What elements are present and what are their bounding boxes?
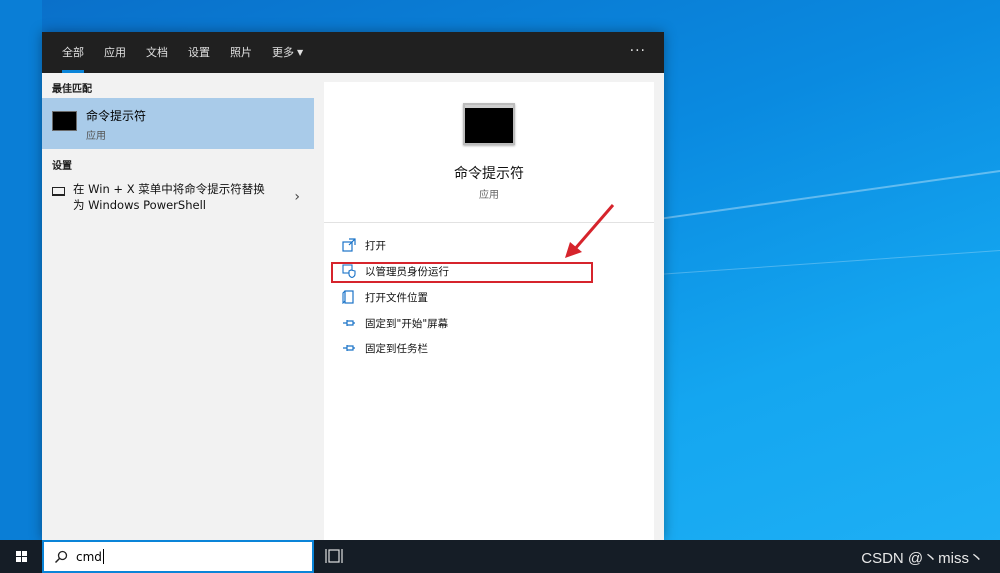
search-icon xyxy=(54,550,68,563)
action-pin-to-start-label: 固定到"开始"屏幕 xyxy=(365,317,449,330)
setting-result-text: 在 Win + X 菜单中将命令提示符替换为 Windows PowerShel… xyxy=(73,182,265,212)
ellipsis-icon[interactable]: ··· xyxy=(630,32,646,73)
tab-more[interactable]: 更多 ▼ xyxy=(262,32,313,73)
search-input-value: cmd xyxy=(76,550,102,564)
action-open-file-location[interactable]: 打开文件位置 xyxy=(342,287,592,307)
action-open-file-location-label: 打开文件位置 xyxy=(365,291,428,304)
best-match-subtitle: 应用 xyxy=(86,131,106,142)
tab-apps[interactable]: 应用 xyxy=(94,32,136,73)
chevron-right-icon: › xyxy=(294,189,300,205)
monitor-icon xyxy=(52,187,65,196)
detail-title: 命令提示符 xyxy=(454,166,524,182)
settings-heading: 设置 xyxy=(52,161,72,172)
action-pin-to-taskbar[interactable]: 固定到任务栏 xyxy=(342,338,592,358)
action-open-label: 打开 xyxy=(365,239,386,252)
file-location-icon xyxy=(342,290,356,304)
results-list: 最佳匹配 命令提示符 应用 设置 在 Win + X 菜单中将命令提示符替换为 … xyxy=(42,73,314,540)
search-panel: 全部 应用 文档 设置 照片 更多 ▼ ··· 最佳匹配 命令提示符 应用 设置 … xyxy=(42,32,664,540)
caret-down-icon: ▼ xyxy=(297,48,304,57)
taskbar: cmd CSDN @丶miss丶 xyxy=(0,540,1000,573)
wallpaper-light-beam xyxy=(663,170,1000,220)
app-detail-card: 命令提示符 应用 打开 以管理员身份运行 打开文件位置 固定到"开始"屏幕 固定… xyxy=(324,82,654,540)
open-icon xyxy=(342,238,356,252)
pin-icon xyxy=(342,316,356,330)
tab-settings[interactable]: 设置 xyxy=(178,32,220,73)
best-match-item[interactable]: 命令提示符 应用 xyxy=(42,98,314,149)
best-match-title: 命令提示符 xyxy=(86,109,147,123)
tab-all[interactable]: 全部 xyxy=(52,32,94,73)
action-pin-to-start[interactable]: 固定到"开始"屏幕 xyxy=(342,313,592,333)
action-pin-to-taskbar-label: 固定到任务栏 xyxy=(365,342,428,355)
filter-tab-bar: 全部 应用 文档 设置 照片 更多 ▼ ··· xyxy=(42,32,664,73)
action-open[interactable]: 打开 xyxy=(342,235,592,255)
tab-more-label: 更多 xyxy=(272,46,294,59)
red-highlight-box xyxy=(331,262,593,283)
taskbar-search-box[interactable]: cmd xyxy=(42,540,314,573)
cmd-icon xyxy=(463,103,515,145)
tab-documents[interactable]: 文档 xyxy=(136,32,178,73)
search-input[interactable]: cmd xyxy=(76,549,104,564)
wallpaper-light-beam xyxy=(660,250,1000,275)
text-cursor xyxy=(102,549,104,564)
watermark-text: CSDN @丶miss丶 xyxy=(861,550,984,567)
task-view-icon[interactable] xyxy=(325,548,343,564)
setting-result-item[interactable]: 在 Win + X 菜单中将命令提示符替换为 Windows PowerShel… xyxy=(42,179,314,217)
tab-photos[interactable]: 照片 xyxy=(220,32,262,73)
cmd-icon xyxy=(52,111,77,131)
annotation-arrow xyxy=(565,204,615,258)
start-button[interactable] xyxy=(0,540,42,573)
best-match-heading: 最佳匹配 xyxy=(52,84,92,95)
detail-subtitle: 应用 xyxy=(479,190,499,201)
windows-logo-icon xyxy=(15,551,27,562)
pin-icon xyxy=(342,341,356,355)
